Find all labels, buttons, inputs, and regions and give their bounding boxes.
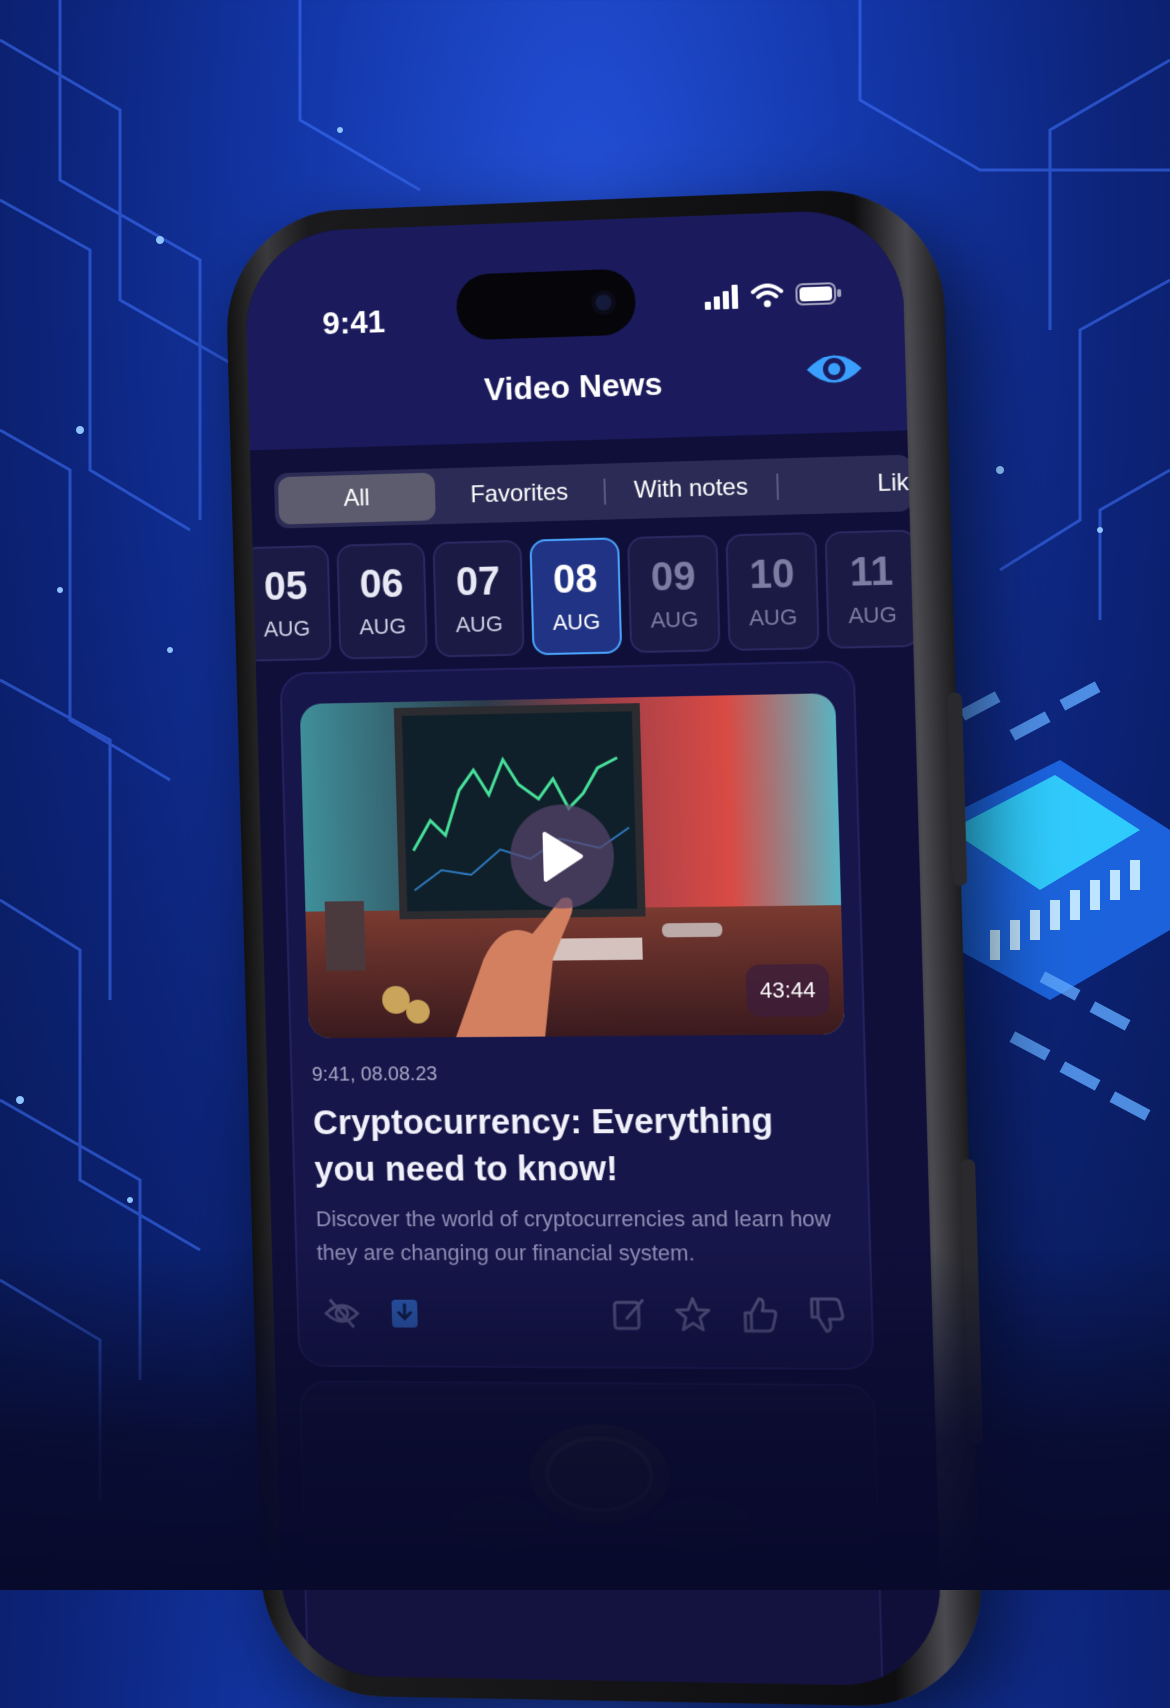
date-chip[interactable]: 10 AUG	[725, 532, 820, 652]
date-day: 08	[552, 556, 599, 602]
date-day: 05	[263, 564, 309, 609]
date-month: AUG	[455, 611, 504, 638]
date-chip[interactable]: 09 AUG	[627, 534, 721, 654]
tab-favorites[interactable]: Favorites	[435, 468, 605, 521]
date-day: 06	[359, 561, 404, 607]
date-chip[interactable]: 05 AUG	[243, 544, 332, 662]
date-chip[interactable]: 06 AUG	[336, 542, 428, 660]
date-day: 09	[650, 554, 697, 600]
date-month: AUG	[358, 613, 407, 640]
date-selector: 05 AUG 06 AUG 07 AUG 08 AUG 09 AUG 10 AUG 11 AU…	[243, 529, 920, 663]
battery-icon	[795, 281, 842, 307]
wifi-icon	[751, 283, 784, 308]
camera-icon	[591, 290, 616, 315]
dynamic-island	[455, 268, 637, 341]
date-day: 11	[849, 549, 894, 595]
bottom-fade-overlay	[0, 1250, 1170, 1590]
app-header: 9:41 Video News	[243, 207, 908, 451]
date-chip[interactable]: 11 AUG	[824, 529, 920, 649]
date-day: 10	[748, 551, 796, 598]
video-timestamp: 9:41, 08.08.23	[311, 1063, 438, 1086]
video-title[interactable]: Cryptocurrency: Everything you need to k…	[313, 1097, 833, 1193]
video-thumbnail[interactable]: 43:44	[299, 693, 845, 1039]
play-icon	[538, 829, 585, 884]
status-icons	[704, 281, 842, 310]
tab-with-notes[interactable]: With notes	[605, 463, 777, 516]
date-month: AUG	[263, 615, 311, 642]
date-month: AUG	[552, 608, 601, 635]
date-day: 07	[455, 559, 501, 605]
date-month: AUG	[650, 606, 699, 633]
eye-icon[interactable]	[803, 343, 865, 395]
status-time: 9:41	[321, 303, 386, 342]
date-chip[interactable]: 07 AUG	[432, 539, 525, 658]
filter-tabs: All Favorites With notes Lik	[273, 454, 914, 529]
date-chip-selected[interactable]: 08 AUG	[529, 537, 623, 656]
date-month: AUG	[848, 601, 898, 629]
signal-icon	[704, 284, 739, 310]
video-duration: 43:44	[745, 963, 830, 1017]
date-month: AUG	[748, 604, 798, 631]
tab-likes[interactable]: Lik	[778, 459, 910, 511]
tab-all[interactable]: All	[277, 472, 436, 525]
